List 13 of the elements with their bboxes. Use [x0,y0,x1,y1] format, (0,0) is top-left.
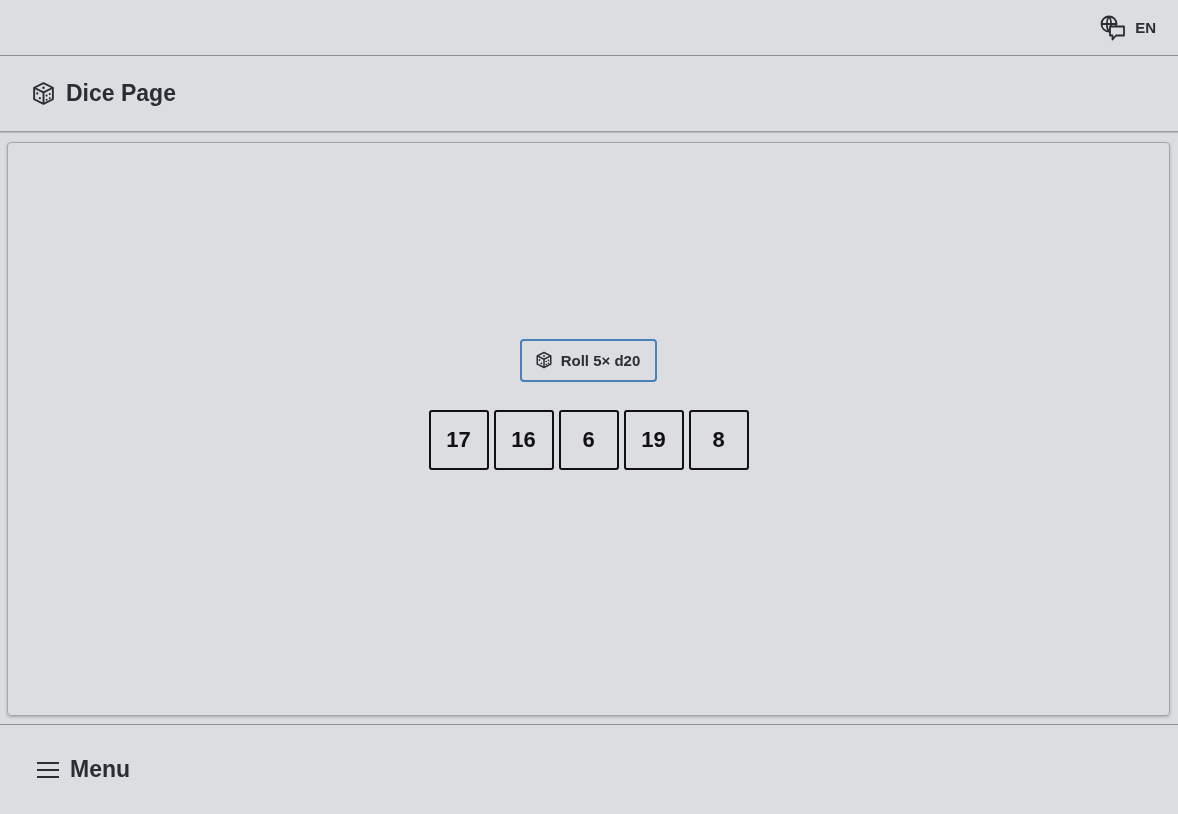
die-result: 17 [428,409,489,470]
dice-icon [534,351,553,369]
menu-icon [37,760,59,779]
die-result: 16 [493,409,554,470]
globe-chat-icon [1100,14,1127,41]
dice-icon [31,81,56,106]
die-result: 8 [688,409,749,470]
roll-button[interactable]: Roll 5× d20 [519,338,658,382]
menu-button[interactable]: Menu [37,756,131,783]
language-button[interactable]: EN [1100,14,1156,41]
die-result: 19 [623,409,684,470]
page-title: Dice Page [66,80,176,107]
die-result: 6 [558,409,619,470]
